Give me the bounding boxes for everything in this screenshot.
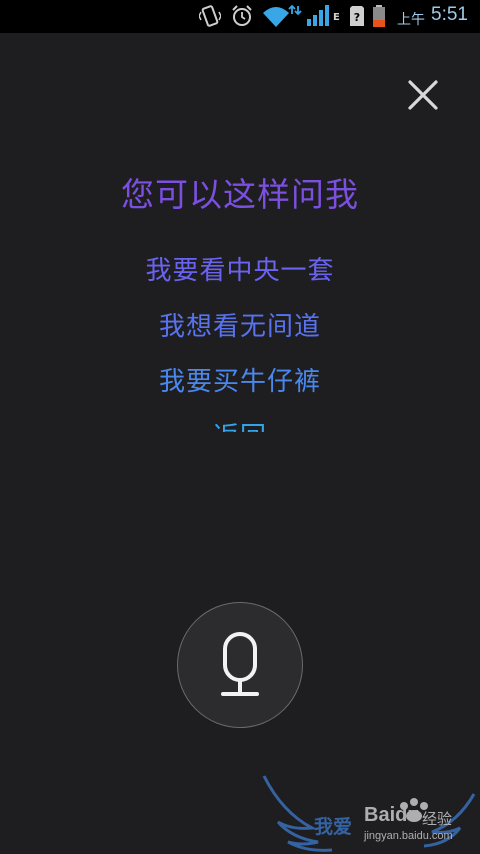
hint-item-cctv1[interactable]: 我要看中央一套 [0,250,480,287]
hint-item-movie[interactable]: 我想看无间道 [0,306,480,343]
microphone-button[interactable] [177,602,303,728]
watermark-cn-text: 我爱 [314,816,353,838]
hint-item-jeans[interactable]: 我要买牛仔裤 [0,361,480,398]
watermark-url: jingyan.baidu.com [364,830,453,842]
signal-icon [307,5,329,26]
watermark-brand-suffix: 经验 [422,810,453,828]
sim-icon: ? [350,6,364,26]
alarm-icon [232,5,252,26]
hint-list: 我要看中央一套 我想看无间道 我要买牛仔裤 返回 [0,246,480,432]
status-bar: E ? 上午 5:51 [0,0,480,33]
vibrate-icon [199,5,221,27]
hint-item-back[interactable]: 返回 [0,416,480,432]
hint-title: 您可以这样问我 [121,175,359,214]
battery-icon [373,5,385,27]
network-type-label: E [333,12,340,23]
clock-time: 5:51 [431,4,468,25]
time-period-label: 上午 [397,12,425,28]
baidu-jingyan-watermark: 我爱 Baidu 经验 jingyan.baidu.com [262,772,476,852]
svg-text:?: ? [354,11,360,24]
microphone-icon [221,632,259,696]
wifi-icon [263,4,302,27]
close-button[interactable] [402,74,444,116]
voice-assistant-screen: E ? 上午 5:51 您可以这样问我 我要看中央一套 我想看无间道 我要买牛仔… [0,0,480,854]
watermark-brand: Baidu [364,804,420,826]
close-icon [408,80,438,110]
